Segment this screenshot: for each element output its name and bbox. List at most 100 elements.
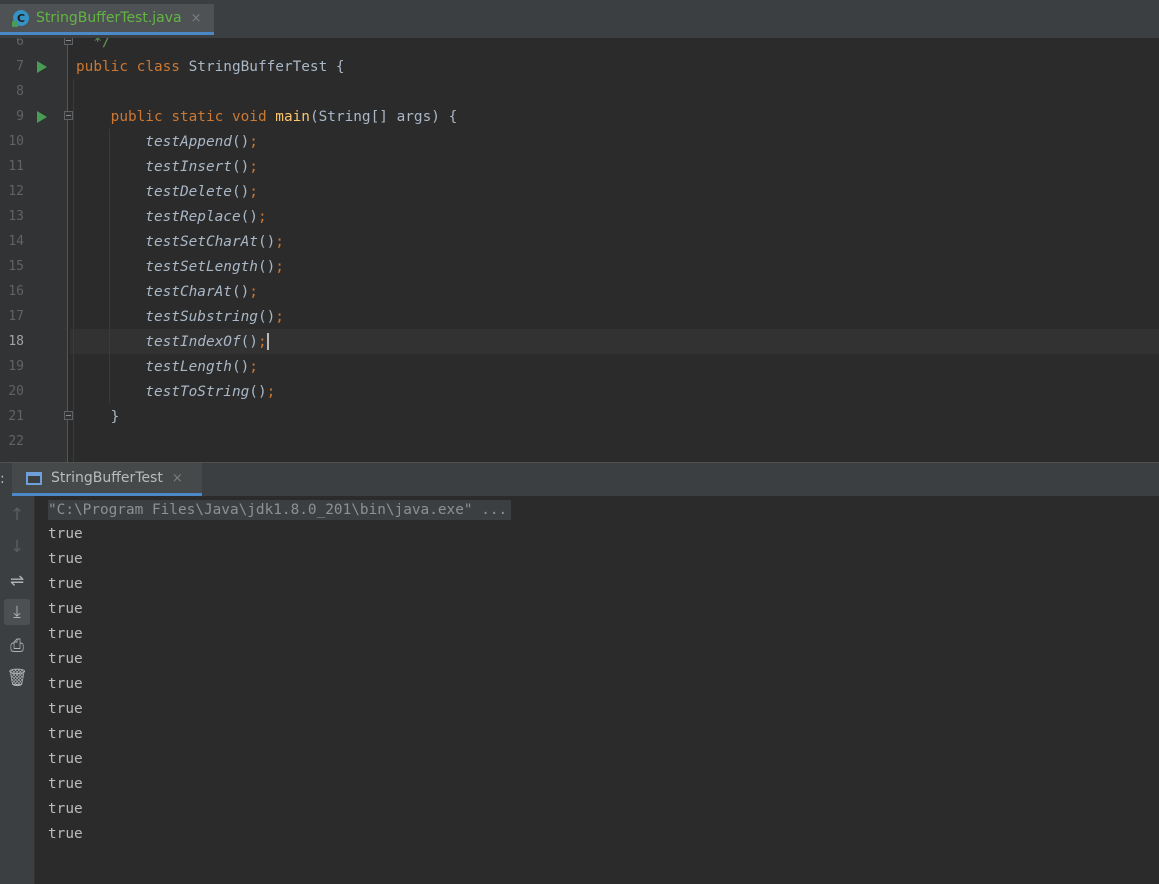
console-output-line: true [48,751,83,767]
code-line[interactable]: 8 [0,79,1159,104]
down-arrow-icon[interactable]: ↓ [4,534,30,560]
code-line[interactable]: 18 testIndexOf(); [0,329,1159,354]
code-token: void [231,108,276,125]
code-token: () [257,308,276,325]
line-number[interactable]: 18 [0,334,24,349]
code-token: () [257,258,276,275]
code-text[interactable]: testToString(); [70,379,1159,404]
code-line[interactable]: 7 public class StringBufferTest { [0,54,1159,79]
run-tool-window-header: : StringBufferTest × [0,462,1159,496]
indent-guide [109,129,110,403]
line-number[interactable]: 9 [0,109,24,124]
code-token: () [257,233,276,250]
code-editor[interactable]: 6 */ 7 public class StringBufferTest { 8 9 p… [0,38,1159,462]
run-gutter-icon[interactable] [37,61,47,73]
text-caret [266,333,269,350]
code-line[interactable]: 16 testCharAt(); [0,279,1159,304]
code-token: testReplace [76,208,241,225]
up-arrow-icon[interactable]: ↑ [4,502,30,528]
editor-tab-stringbuffertest[interactable]: C StringBufferTest.java × [0,4,214,35]
line-number[interactable]: 8 [0,84,24,99]
close-icon[interactable]: × [191,11,202,26]
code-text[interactable] [70,79,1159,104]
header-colon: : [0,471,5,487]
code-line[interactable]: 21 } [0,404,1159,429]
code-token: testLength [76,358,232,375]
line-number[interactable]: 19 [0,359,24,374]
code-text[interactable]: testInsert(); [70,154,1159,179]
editor-tab-bar: C StringBufferTest.java × [0,0,1159,39]
code-text[interactable]: testCharAt(); [70,279,1159,304]
close-icon[interactable]: × [172,471,183,486]
code-text[interactable] [70,429,1159,454]
code-text[interactable]: testSubstring(); [70,304,1159,329]
code-text[interactable]: public class StringBufferTest { [70,54,1159,79]
code-text[interactable]: testDelete(); [70,179,1159,204]
code-line[interactable]: 15 testSetLength(); [0,254,1159,279]
line-number[interactable]: 16 [0,284,24,299]
code-token: () [231,183,250,200]
console-output-line: true [48,701,83,717]
code-text[interactable]: testSetCharAt(); [70,229,1159,254]
line-number[interactable]: 10 [0,134,24,149]
soft-wrap-icon[interactable]: ⇌ [4,568,30,594]
code-text[interactable]: testSetLength(); [70,254,1159,279]
code-token: () [231,283,250,300]
line-number[interactable]: 7 [0,59,24,74]
code-text[interactable]: testIndexOf(); [70,329,1159,354]
console-output-line: true [48,551,83,567]
code-token: ; [275,258,284,275]
code-line[interactable]: 17 testSubstring(); [0,304,1159,329]
code-text[interactable]: } [70,404,1159,429]
code-token: StringBufferTest { [188,58,345,75]
print-icon[interactable]: ⎙ [4,633,30,659]
code-line[interactable]: 10 testAppend(); [0,129,1159,154]
code-line[interactable]: 11 testInsert(); [0,154,1159,179]
code-line[interactable]: 14 testSetCharAt(); [0,229,1159,254]
code-token: ; [257,333,267,350]
code-line[interactable]: 20 testToString(); [0,379,1159,404]
code-token: ; [266,383,276,400]
code-line[interactable]: 13 testReplace(); [0,204,1159,229]
scroll-to-end-icon[interactable]: ⤓ [4,599,30,625]
code-text[interactable]: */ [70,38,1159,54]
code-token: testSubstring [76,308,258,325]
code-line[interactable]: 22 [0,429,1159,454]
trash-icon[interactable]: 🗑 [4,665,30,691]
line-number[interactable]: 14 [0,234,24,249]
line-number[interactable]: 22 [0,434,24,449]
code-text[interactable]: testAppend(); [70,129,1159,154]
code-line[interactable]: 19 testLength(); [0,354,1159,379]
line-number[interactable]: 11 [0,159,24,174]
console-output[interactable]: "C:\Program Files\Java\jdk1.8.0_201\bin\… [35,496,1159,884]
code-text[interactable]: testReplace(); [70,204,1159,229]
code-line[interactable]: 9 public static void main (String[] args)… [0,104,1159,129]
console-output-line: true [48,626,83,642]
run-gutter-icon[interactable] [37,111,47,123]
code-text[interactable]: testLength(); [70,354,1159,379]
line-number[interactable]: 17 [0,309,24,324]
code-line[interactable]: 6 */ [0,38,1159,54]
command-line[interactable]: "C:\Program Files\Java\jdk1.8.0_201\bin\… [48,500,512,520]
line-number[interactable]: 12 [0,184,24,199]
code-token: () [249,383,267,400]
code-line[interactable]: 12 testDelete(); [0,179,1159,204]
console-output-line: true [48,726,83,742]
line-number[interactable]: 6 [0,38,24,49]
code-text[interactable]: public static void main (String[] args) { [70,104,1159,129]
code-token: public [76,58,137,75]
console-output-line: true [48,776,83,792]
code-token: */ [76,38,111,50]
editor-tab-label: StringBufferTest.java [36,10,182,26]
console-icon [26,471,42,485]
line-number[interactable]: 13 [0,209,24,224]
code-token: ; [257,208,267,225]
line-number[interactable]: 15 [0,259,24,274]
code-token: testCharAt [76,283,232,300]
run-tab-stringbuffertest[interactable]: StringBufferTest × [12,463,202,496]
line-number[interactable]: 21 [0,409,24,424]
console-output-line: true [48,651,83,667]
run-toolbar: ↑ ↓ ⇌ ⤓ ⎙ 🗑 [0,496,35,884]
line-number[interactable]: 20 [0,384,24,399]
console-output-line: true [48,801,83,817]
